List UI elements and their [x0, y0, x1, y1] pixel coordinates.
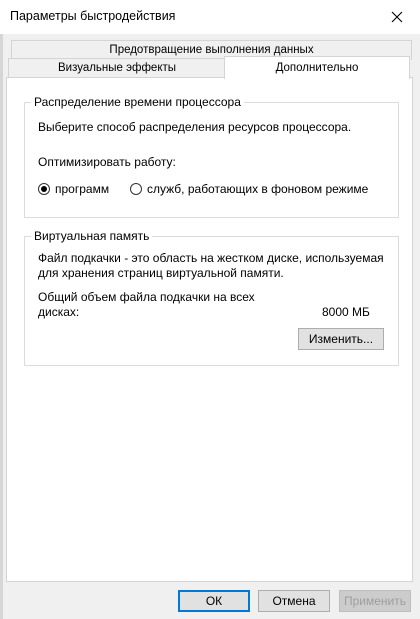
close-icon	[391, 11, 403, 23]
virtual-memory-group-title: Виртуальная память	[31, 229, 153, 243]
apply-button[interactable]: Применить	[339, 590, 411, 612]
window-left-edge	[0, 0, 3, 619]
paging-total-label-2: дисках:	[38, 305, 80, 319]
tab-advanced[interactable]: Дополнительно	[224, 56, 410, 79]
cancel-button[interactable]: Отмена	[258, 590, 330, 612]
tab-visual-effects[interactable]: Визуальные эффекты	[8, 58, 226, 78]
processor-group-title: Распределение времени процессора	[31, 95, 244, 109]
paging-total-label-1: Общий объем файла подкачки на всех	[38, 290, 255, 304]
virtual-memory-description-2: для хранения страниц виртуальной памяти.	[38, 266, 284, 280]
radio-programs[interactable]: программ	[38, 182, 109, 196]
radio-programs-indicator	[38, 183, 50, 195]
title-bar[interactable]: Параметры быстродействия	[0, 0, 420, 34]
virtual-memory-description-1: Файл подкачки - это область на жестком д…	[38, 251, 384, 265]
paging-total-value: 8000 МБ	[322, 305, 370, 319]
radio-background-services[interactable]: служб, работающих в фоновом режиме	[130, 182, 368, 196]
close-button[interactable]	[374, 0, 420, 34]
processor-group: Распределение времени процессора Выберит…	[24, 95, 399, 218]
ok-button[interactable]: ОК	[178, 590, 250, 612]
processor-description: Выберите способ распределения ресурсов п…	[38, 120, 352, 134]
window-title: Параметры быстродействия	[10, 9, 176, 23]
radio-background-services-indicator	[130, 183, 142, 195]
radio-background-services-label: служб, работающих в фоновом режиме	[147, 182, 369, 196]
radio-programs-label: программ	[55, 182, 110, 196]
optimize-label: Оптимизировать работу:	[38, 155, 176, 169]
change-virtual-memory-button[interactable]: Изменить...	[298, 328, 384, 350]
